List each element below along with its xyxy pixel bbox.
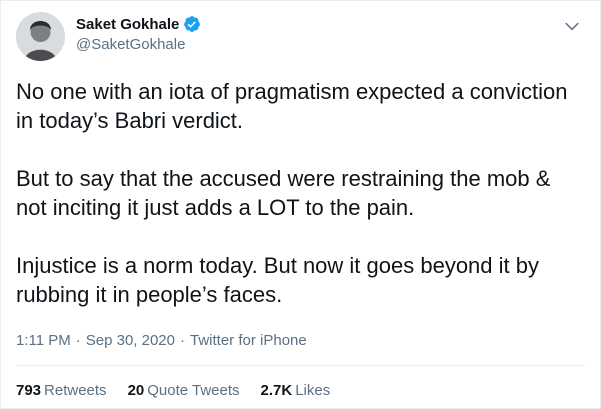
tweet-time[interactable]: 1:11 PM <box>16 332 71 349</box>
likes-count: 2.7K <box>260 382 293 399</box>
retweets-count: 793 <box>16 382 42 399</box>
verified-badge-icon <box>183 15 201 33</box>
avatar-image <box>16 12 65 61</box>
avatar[interactable] <box>16 12 65 61</box>
quote-tweets-count: 20 <box>127 382 145 399</box>
tweet-text: No one with an iota of pragmatism expect… <box>16 79 568 307</box>
tweet-source[interactable]: Twitter for iPhone <box>190 332 307 349</box>
display-name[interactable]: Saket Gokhale <box>76 16 179 33</box>
engagement-stats: 793 Retweets 20 Quote Tweets 2.7K Likes <box>16 382 351 399</box>
likes-label: Likes <box>295 382 331 399</box>
retweets-stat[interactable]: 793 Retweets <box>16 382 107 399</box>
meta-separator: · <box>180 332 185 349</box>
likes-stat[interactable]: 2.7K Likes <box>261 382 331 399</box>
name-row: Saket Gokhale <box>76 14 201 34</box>
meta-separator: · <box>75 332 81 349</box>
tweet-card: Saket Gokhale @SaketGokhale No one with … <box>0 0 601 409</box>
tweet-date[interactable]: Sep 30, 2020 <box>86 332 175 349</box>
chevron-down-icon[interactable] <box>562 16 582 36</box>
quote-tweets-label: Quote Tweets <box>147 382 240 399</box>
tweet-metadata: 1:11 PM · Sep 30, 2020 · Twitter for iPh… <box>16 332 307 349</box>
retweets-label: Retweets <box>44 382 107 399</box>
quote-tweets-stat[interactable]: 20 Quote Tweets <box>128 382 240 399</box>
author-block[interactable]: Saket Gokhale @SaketGokhale <box>76 14 201 53</box>
user-handle[interactable]: @SaketGokhale <box>76 36 201 53</box>
divider <box>16 365 585 366</box>
